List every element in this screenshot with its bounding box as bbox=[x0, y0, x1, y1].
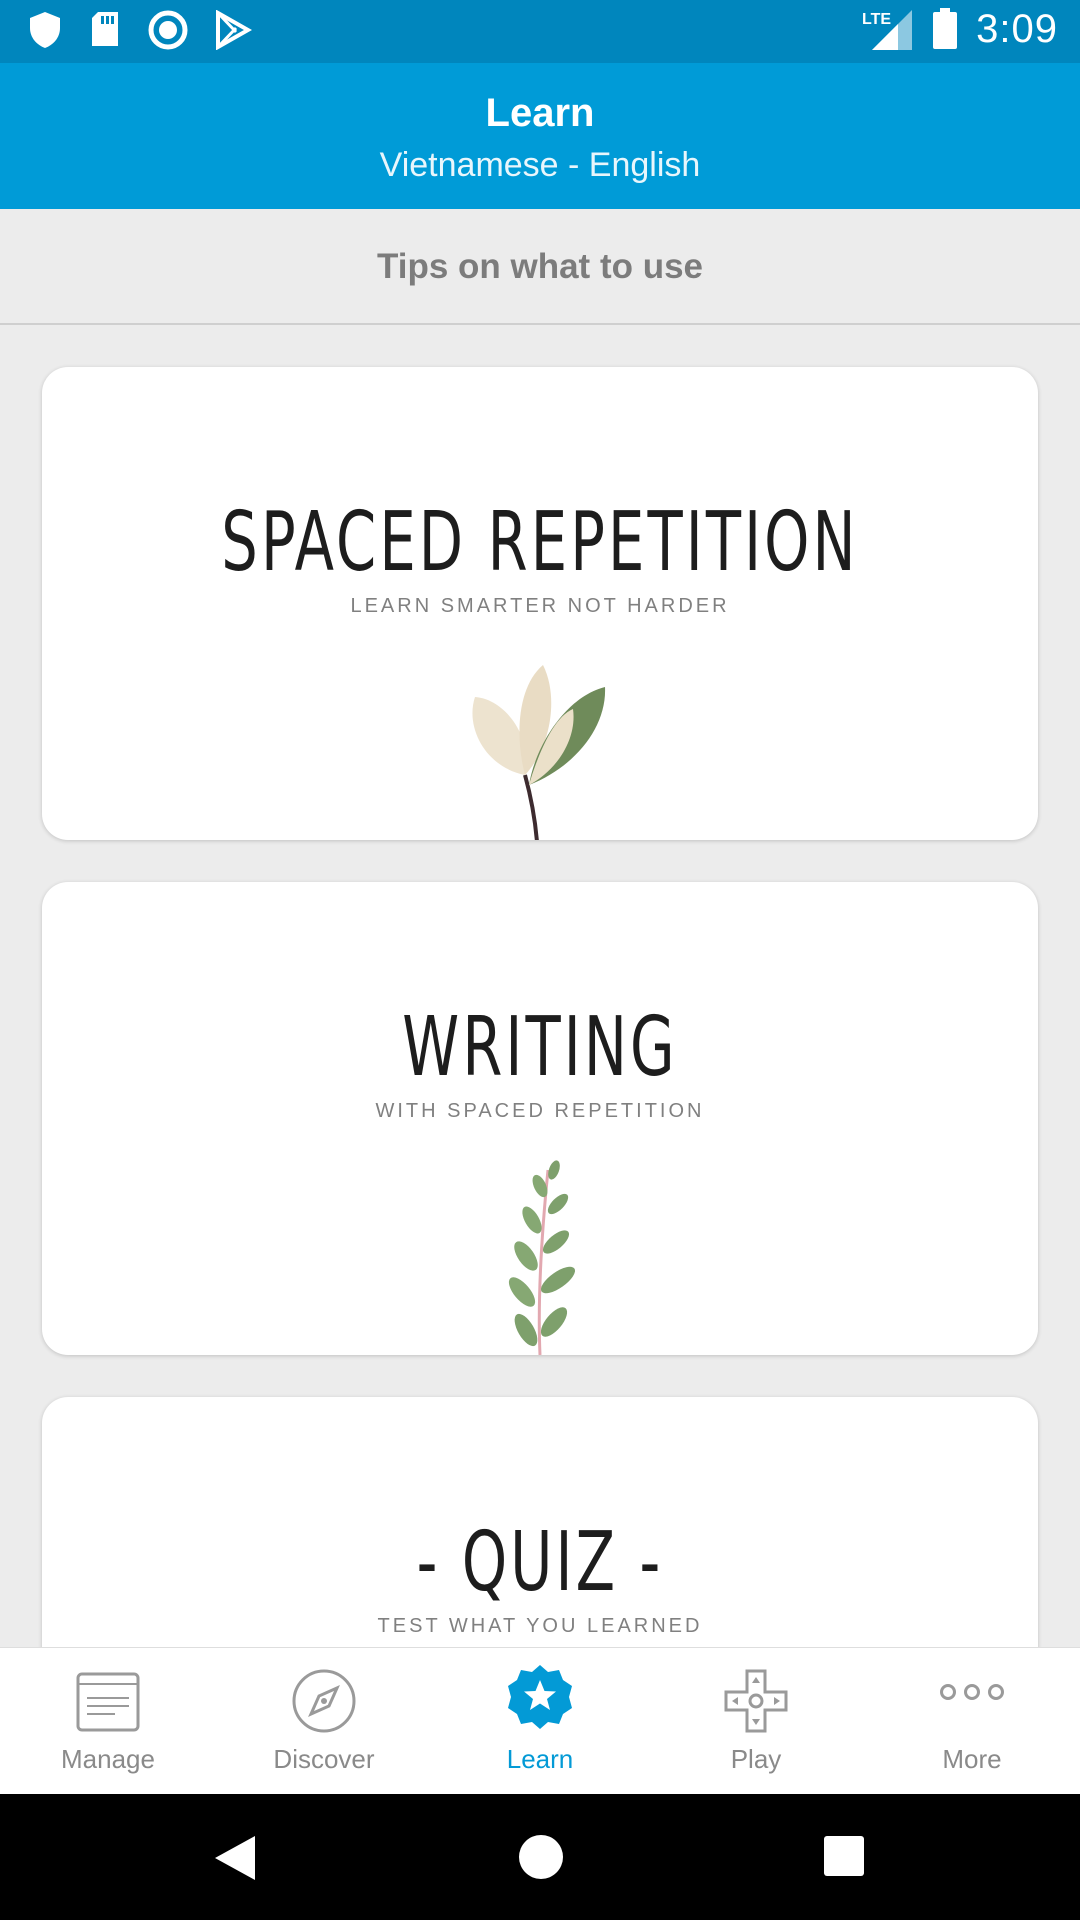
gamepad-icon bbox=[724, 1669, 788, 1733]
nav-learn-label: Learn bbox=[506, 1744, 574, 1774]
tips-label: Tips on what to use bbox=[376, 247, 704, 286]
cards-icon bbox=[76, 1672, 140, 1732]
eucalyptus-sprig-icon bbox=[508, 1160, 576, 1355]
status-time: 3:09 bbox=[976, 6, 1058, 51]
home-icon[interactable] bbox=[518, 1834, 564, 1880]
app-header: Learn Vietnamese - English bbox=[0, 63, 1080, 209]
tips-section-header: Tips on what to use bbox=[0, 209, 1080, 325]
nav-learn[interactable]: Learn bbox=[432, 1648, 648, 1794]
card-title: - QUIZ - bbox=[416, 1515, 664, 1610]
bottom-navigation: Manage Discover Learn Play More bbox=[0, 1647, 1080, 1794]
nav-play[interactable]: Play bbox=[648, 1648, 864, 1794]
recents-icon[interactable] bbox=[824, 1836, 864, 1876]
shield-icon bbox=[30, 12, 60, 48]
card-subtitle: LEARN SMARTER NOT HARDER bbox=[350, 595, 730, 617]
svg-text:LTE: LTE bbox=[862, 11, 891, 28]
nav-manage-label: Manage bbox=[61, 1744, 155, 1774]
nav-discover-label: Discover bbox=[273, 1744, 375, 1774]
star-badge-icon bbox=[508, 1665, 572, 1729]
nav-play-label: Play bbox=[730, 1744, 782, 1774]
card-title: WRITING bbox=[402, 1000, 678, 1095]
tips-card-list[interactable]: SPACED REPETITION LEARN SMARTER NOT HARD… bbox=[0, 327, 1080, 1647]
status-left-icons bbox=[28, 10, 252, 50]
nav-more-label: More bbox=[942, 1744, 1002, 1774]
nav-more[interactable]: More bbox=[864, 1648, 1080, 1794]
play-store-icon bbox=[216, 10, 252, 50]
language-pair-subtitle: Vietnamese - English bbox=[379, 146, 701, 184]
system-navigation-bar bbox=[0, 1794, 1080, 1920]
sync-circle-icon bbox=[148, 10, 188, 50]
battery-icon bbox=[933, 8, 958, 49]
card-title: SPACED REPETITION bbox=[221, 495, 859, 590]
nav-manage[interactable]: Manage bbox=[0, 1648, 216, 1794]
page-title: Learn bbox=[485, 91, 595, 135]
writing-card[interactable]: WRITING WITH SPACED REPETITION bbox=[42, 882, 1038, 1355]
compass-icon bbox=[292, 1669, 356, 1733]
card-subtitle: TEST WHAT YOU LEARNED bbox=[377, 1615, 703, 1637]
lte-signal-icon: LTE bbox=[862, 10, 913, 50]
quiz-card[interactable]: - QUIZ - TEST WHAT YOU LEARNED bbox=[42, 1397, 1038, 1647]
card-subtitle: WITH SPACED REPETITION bbox=[375, 1100, 705, 1122]
more-dots-icon bbox=[940, 1684, 1004, 1700]
nav-discover[interactable]: Discover bbox=[216, 1648, 432, 1794]
spaced-repetition-card[interactable]: SPACED REPETITION LEARN SMARTER NOT HARD… bbox=[42, 367, 1038, 840]
sd-card-icon bbox=[92, 12, 118, 46]
status-right-icons: LTE 3:09 bbox=[862, 6, 1058, 52]
magnolia-branch-icon bbox=[472, 665, 606, 840]
status-bar: LTE 3:09 bbox=[0, 0, 1080, 63]
back-icon[interactable] bbox=[213, 1834, 257, 1882]
